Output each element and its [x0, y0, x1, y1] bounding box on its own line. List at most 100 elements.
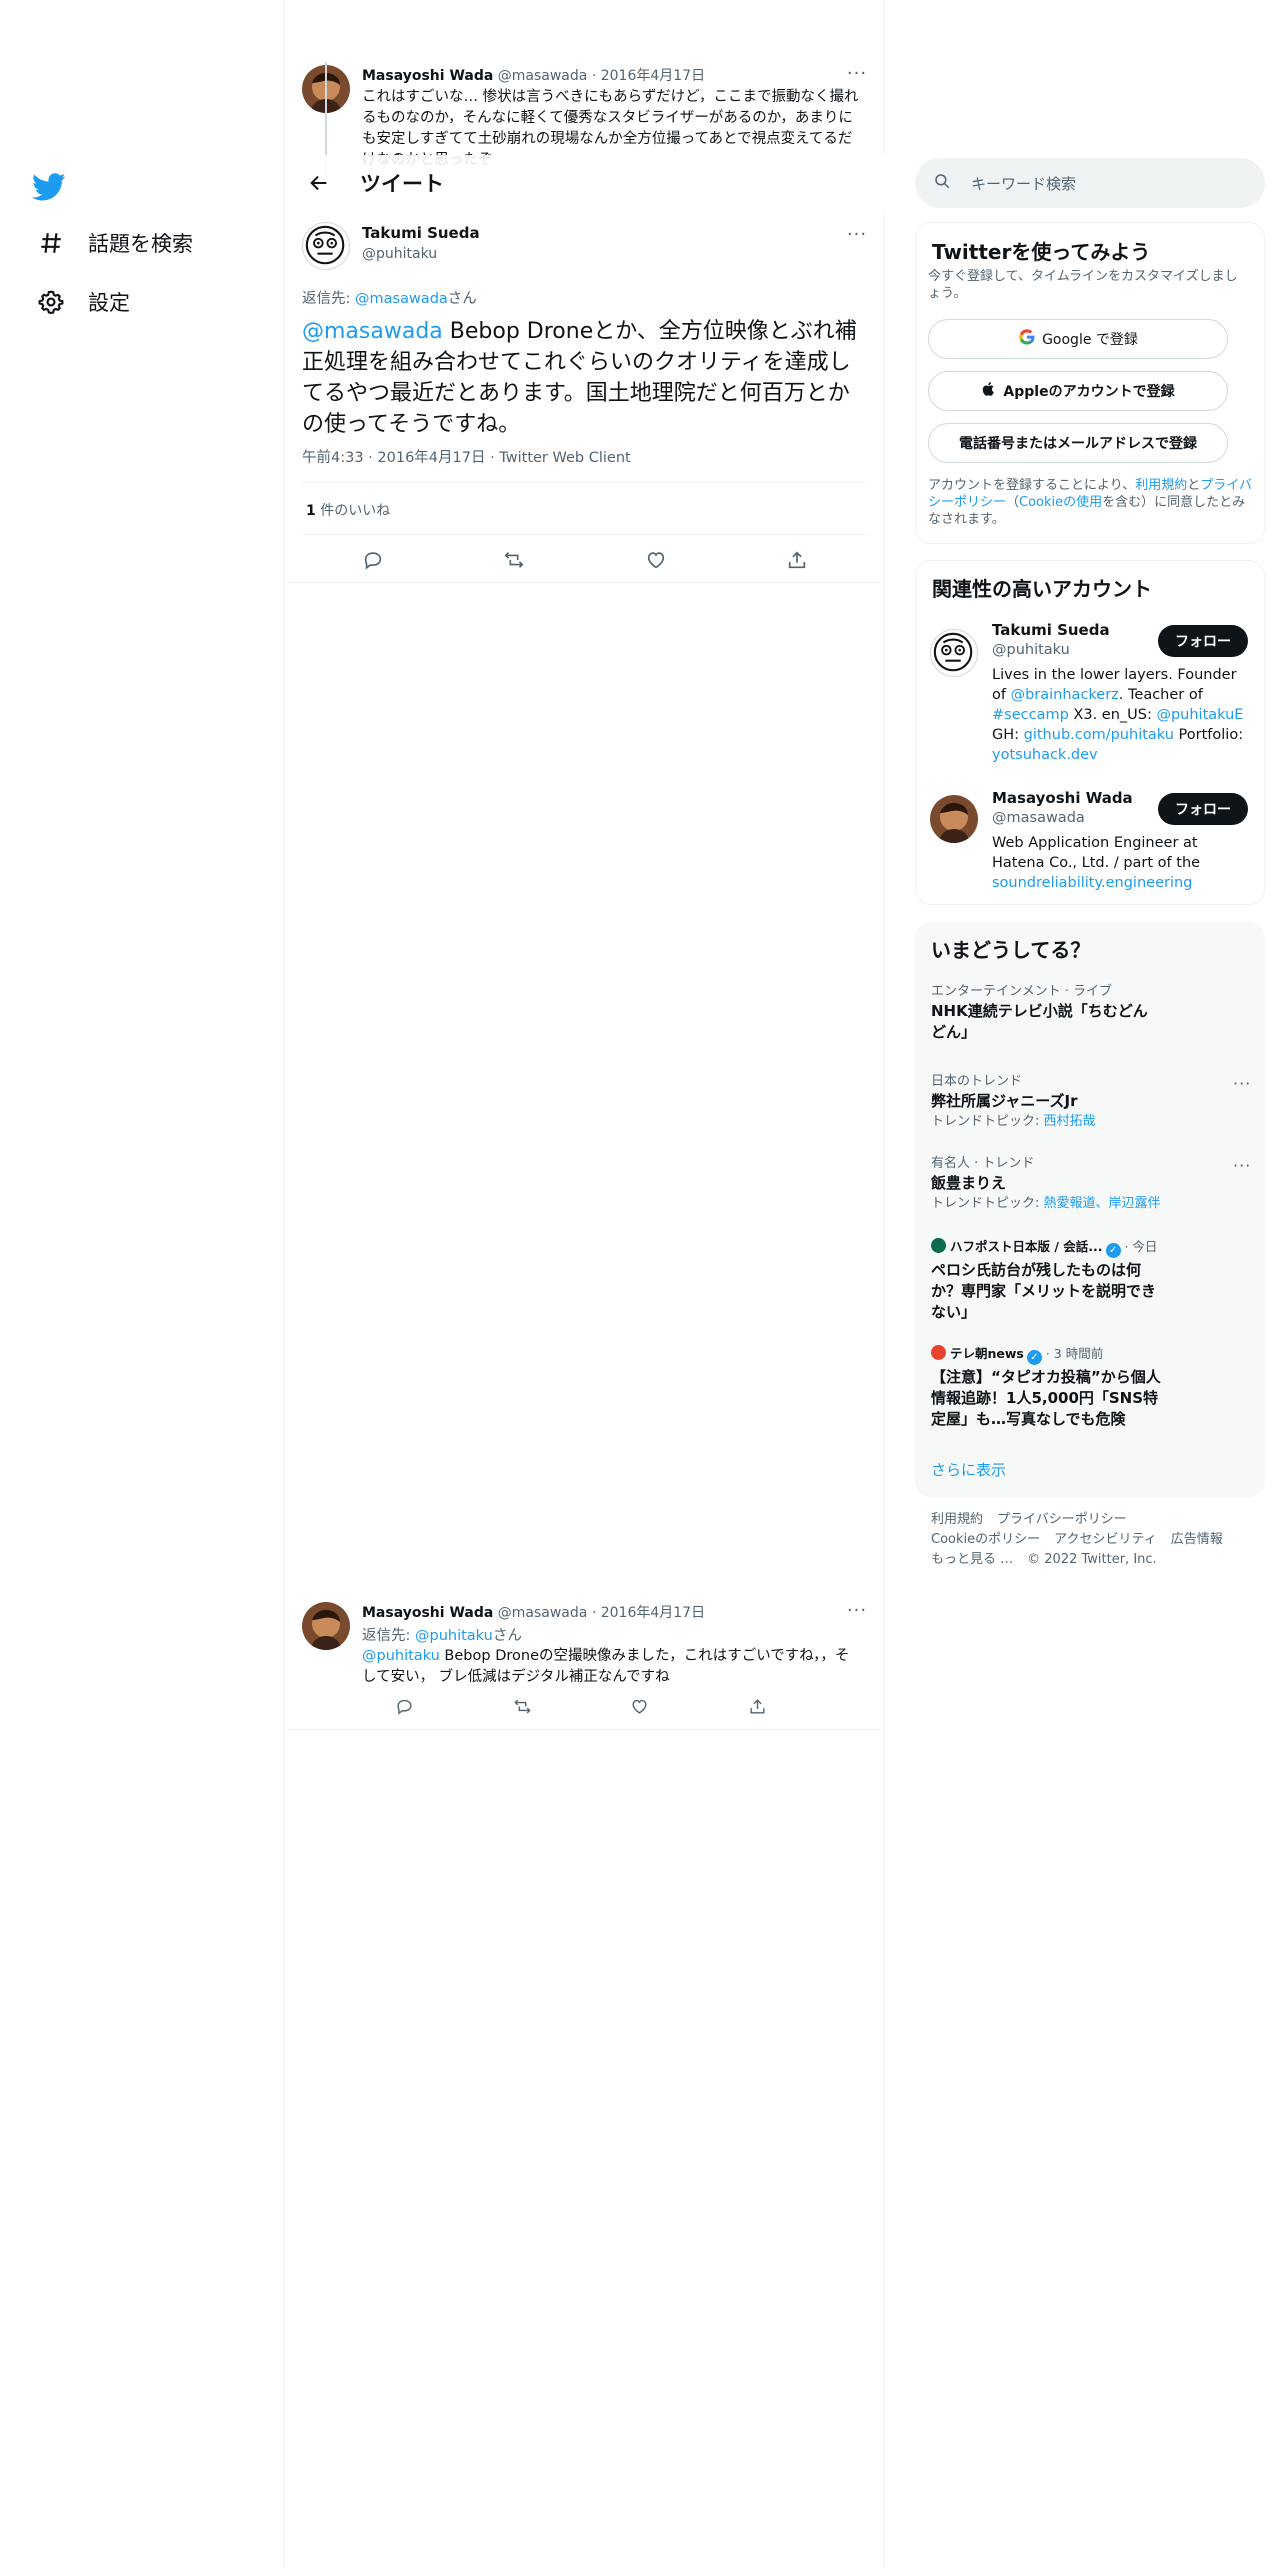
divider [302, 534, 868, 535]
reply-tweet[interactable]: Masayoshi Wada @masawada · 2016年4月17日 ··… [286, 1590, 884, 1730]
twitter-logo-icon[interactable] [32, 170, 66, 204]
news-item[interactable]: テレ朝news ✓ · 3 時間前 【注意】“タピオカ投稿”から個人情報追跡！1人… [931, 1345, 1241, 1430]
bio-text: GH: [992, 727, 1024, 743]
like-heart-icon[interactable] [622, 1688, 658, 1724]
bio-link[interactable]: yotsuhack.dev [992, 747, 1098, 763]
user-handle[interactable]: @masawada [498, 1605, 588, 1621]
nav-settings[interactable]: 設定 [30, 277, 136, 327]
avatar[interactable] [302, 222, 350, 270]
tweet-timestamp[interactable]: 午前4:33 · 2016年4月17日 · Twitter Web Client [302, 446, 631, 467]
trend-topic-link[interactable]: 西村拓哉 [1044, 1114, 1096, 1129]
more-options-icon[interactable]: ··· [842, 63, 872, 84]
trend-item[interactable]: 有名人 · トレンド 飯豊まりえ トレンドトピック: 熱愛報道、岸辺露伴 [931, 1155, 1241, 1214]
news-item[interactable]: ハフポスト日本版 / 会話... ✓ · 今日 ペロシ氏訪台が残したものは何か？専… [931, 1238, 1241, 1323]
divider [302, 482, 868, 483]
footer-terms-link[interactable]: 利用規約 [931, 1512, 983, 1527]
terms-link[interactable]: 利用規約 [1135, 478, 1187, 493]
follow-button[interactable]: フォロー [1158, 793, 1248, 825]
follow-button[interactable]: フォロー [1158, 625, 1248, 657]
trend-topic: トレンドトピック: 熱愛報道、岸辺露伴 [931, 1194, 1241, 1214]
related-accounts-card: 関連性の高いアカウント Takumi Sueda @puhitaku フォロー … [915, 560, 1265, 905]
share-icon[interactable] [779, 542, 815, 578]
google-signup-button[interactable]: Google で登録 [928, 319, 1228, 359]
display-name[interactable]: Masayoshi Wada [362, 1605, 493, 1621]
trend-topic-link[interactable]: 熱愛報道、岸辺露伴 [1044, 1196, 1161, 1211]
tweet-date[interactable]: 2016年4月17日 [601, 68, 705, 84]
footer-cookie-link[interactable]: Cookieのポリシー [931, 1532, 1040, 1547]
parent-tweet[interactable]: Masayoshi Wada @masawada · 2016年4月17日 ··… [286, 55, 884, 165]
more-options-icon[interactable]: ··· [842, 224, 872, 245]
phone-email-signup-label: 電話番号またはメールアドレスで登録 [959, 436, 1197, 452]
more-options-icon[interactable]: ··· [1233, 1074, 1257, 1093]
reply-to: 返信先: @puhitakuさん [362, 1624, 522, 1645]
mention-link[interactable]: @puhitaku [362, 1648, 440, 1664]
avatar[interactable] [302, 1602, 350, 1650]
tweet-date[interactable]: 2016年4月17日 [601, 1605, 705, 1621]
user-handle[interactable]: @puhitaku [362, 246, 437, 262]
user-handle[interactable]: @masawada [992, 810, 1085, 826]
search-box[interactable]: キーワード検索 [915, 158, 1265, 208]
bio-link[interactable]: github.com/puhitaku [1024, 727, 1174, 743]
reply-icon[interactable] [387, 1688, 423, 1724]
user-handle[interactable]: @masawada [498, 68, 588, 84]
show-more-link[interactable]: さらに表示 [931, 1459, 1006, 1480]
page-header: ツイート [286, 155, 884, 211]
main-column: Masayoshi Wada @masawada · 2016年4月17日 ··… [286, 0, 884, 2568]
trend-title: 飯豊まりえ [931, 1174, 1007, 1192]
more-options-icon[interactable]: ··· [1233, 1156, 1257, 1175]
cookie-link[interactable]: Cookieの使用 [1019, 495, 1102, 510]
share-icon[interactable] [739, 1688, 775, 1724]
bio-link[interactable]: #seccamp [992, 707, 1069, 723]
retweet-icon[interactable] [504, 1688, 540, 1724]
apple-signup-button[interactable]: Appleのアカウントで登録 [928, 371, 1228, 411]
tweet-text: これはすごいな… 惨状は言うべきにもあらずだけど，ここまで振動なく撮れるものなの… [362, 89, 859, 165]
user-handle[interactable]: @puhitaku [992, 642, 1070, 658]
reply-mention-link[interactable]: @masawada [355, 291, 448, 307]
bio-link[interactable]: @puhitakuE [1156, 707, 1243, 723]
related-title: 関連性の高いアカウント [932, 577, 1152, 601]
reply-icon[interactable] [355, 542, 391, 578]
display-name[interactable]: Takumi Sueda [362, 224, 480, 242]
tweet-actions [302, 540, 868, 580]
account-bio: Lives in the lower layers. Founder of @b… [992, 665, 1254, 765]
signup-legal-text: アカウントを登録することにより、利用規約とプライバシーポリシー（Cookieの使… [928, 477, 1254, 528]
trend-item[interactable]: エンターテインメント · ライブ NHK連続テレビ小説「ちむどんどん」 [931, 983, 1241, 1043]
reply-suffix: さん [447, 291, 477, 307]
bio-link[interactable]: soundreliability.engineering [992, 875, 1192, 891]
footer-more-link[interactable]: もっと見る … [931, 1552, 1013, 1567]
display-name[interactable]: Masayoshi Wada [362, 68, 493, 84]
trend-item[interactable]: 日本のトレンド 弊社所属ジャニーズJr トレンドトピック: 西村拓哉 [931, 1073, 1241, 1132]
mention-link[interactable]: @masawada [302, 319, 443, 344]
reply-suffix: さん [492, 1628, 522, 1644]
display-name[interactable]: Masayoshi Wada [992, 789, 1133, 807]
footer-accessibility-link[interactable]: アクセシビリティ [1054, 1532, 1157, 1547]
footer-privacy-link[interactable]: プライバシーポリシー [997, 1512, 1127, 1527]
apple-signup-label: Appleのアカウントで登録 [1003, 384, 1175, 400]
like-heart-icon[interactable] [638, 542, 674, 578]
nav-explore[interactable]: 話題を検索 [30, 218, 199, 268]
back-arrow-icon[interactable] [302, 166, 336, 200]
search-icon [933, 172, 951, 194]
tweet-header: Masayoshi Wada @masawada · 2016年4月17日 [362, 1602, 705, 1622]
avatar[interactable] [930, 795, 978, 843]
trend-context: エンターテインメント · ライブ [931, 984, 1113, 999]
nav-explore-label: 話題を検索 [88, 232, 193, 256]
trend-title: 弊社所属ジャニーズJr [931, 1092, 1078, 1110]
retweet-icon[interactable] [496, 542, 532, 578]
bio-text: X3. en_US: [1068, 707, 1157, 723]
divider [286, 582, 884, 583]
display-name[interactable]: Takumi Sueda [992, 621, 1110, 639]
bio-link[interactable]: @brainhackerz [1011, 687, 1119, 703]
avatar[interactable] [930, 629, 978, 677]
left-navigation: 話題を検索 設定 [0, 0, 285, 2568]
bio-text: Portfolio: [1173, 727, 1244, 743]
google-signup-label: Google で登録 [1042, 332, 1138, 348]
likes-count[interactable]: 1 件のいいね [306, 500, 390, 520]
more-options-icon[interactable]: ··· [842, 1600, 872, 1621]
trend-topic-prefix: トレンドトピック: [931, 1196, 1044, 1211]
news-title: ペロシ氏訪台が残したものは何か？専門家「メリットを説明できない」 [931, 1261, 1157, 1321]
footer-ads-link[interactable]: 広告情報 [1171, 1532, 1223, 1547]
reply-mention-link[interactable]: @puhitaku [415, 1628, 493, 1644]
phone-email-signup-button[interactable]: 電話番号またはメールアドレスで登録 [928, 423, 1228, 463]
search-input[interactable]: キーワード検索 [971, 173, 1076, 194]
